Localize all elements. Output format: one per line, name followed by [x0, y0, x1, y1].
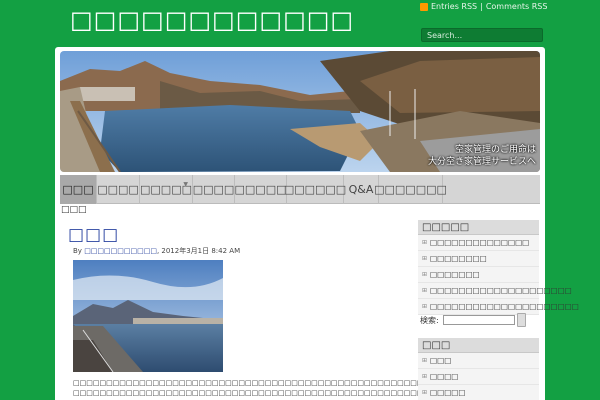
post-photo [73, 260, 223, 372]
bullet-icon: ⊞ [422, 271, 428, 278]
post-date: , 2012年3月1日 8:42 AM [156, 247, 241, 255]
nav-item-6[interactable]: □□□□□□ [284, 175, 346, 204]
rss-icon [420, 2, 428, 11]
bullet-icon: ⊞ [422, 303, 428, 310]
bullet-icon: ⊞ [422, 357, 428, 364]
list-item-label: □□□□□ [430, 388, 466, 397]
widget-1-list: ⊞ □□□□□□□□□□□□□□ ⊞ □□□□□□□□ ⊞ □□□□□□□ ⊞ □□□□… [418, 235, 579, 315]
bullet-icon: ⊞ [422, 389, 428, 396]
post-text-line1: □□□□□□□□□□□□□□□□□□□□□□□□□□□□□□□□□□□□□□□□… [73, 379, 450, 387]
list-item[interactable]: ⊞ □□□□□□□ [418, 267, 539, 283]
banner-caption-line1: 空家管理のご用命は [454, 145, 536, 155]
post-title[interactable]: □□□ [68, 225, 119, 245]
widget-1-title: □□□□□ [418, 220, 539, 235]
main-navigation: □□□ □□□□ □□□□□ ▼ □□□□ □□□□□ □□□□□□ Q&A □… [60, 175, 540, 204]
list-item-label: □□□□□□□ [430, 270, 480, 279]
rss-separator: | [480, 2, 483, 11]
sidebar-widget-2: □□□ ⊞□□□ ⊞□□□□ ⊞□□□□□ ⊞□□□□□□ [418, 338, 539, 400]
sidebar-search-label: 検索: [420, 315, 439, 325]
nav-item-8[interactable]: □□□□□□□ [374, 175, 447, 204]
list-item-label: □□□□□□□□□□□□□□□□□□□□□ [430, 302, 579, 311]
search-input[interactable]: Search... [421, 28, 543, 42]
lake-photo-image [73, 260, 223, 372]
list-item[interactable]: ⊞ □□□□□□□□ [418, 251, 539, 267]
bullet-icon: ⊞ [422, 255, 428, 262]
comments-rss-link[interactable]: Comments RSS [486, 2, 548, 11]
widget-2-title: □□□ [418, 338, 539, 353]
list-item-label: □□□ [430, 356, 452, 365]
nav-item-2[interactable]: □□□□ [97, 175, 140, 204]
banner-caption: 空家管理のご用命は 大分空き家管理サービスへ [428, 144, 536, 168]
list-item-label: □□□□□□□□□□□□□□□□□□□□ [430, 286, 572, 295]
widget-2-list: ⊞□□□ ⊞□□□□ ⊞□□□□□ ⊞□□□□□□ [418, 353, 539, 400]
nav-item-5[interactable]: □□□□□ [235, 175, 287, 204]
list-item[interactable]: ⊞ □□□□ [418, 369, 539, 385]
sidebar-search-input[interactable] [442, 315, 515, 325]
sidebar-search-button[interactable] [516, 313, 526, 327]
rss-links: Entries RSS | Comments RSS [420, 2, 547, 11]
list-item[interactable]: ⊞ □□□□□□□□□□□□□□ [418, 235, 539, 251]
header-banner: 空家管理のご用命は 大分空き家管理サービスへ [60, 51, 540, 172]
nav-item-home[interactable]: □□□ [60, 175, 97, 204]
post-content: □□□□□□□□□□□□□□□□□□□□□□□□□□□□□□□□□□□□□□□□… [73, 378, 477, 398]
sidebar-search: 検索: [420, 313, 526, 327]
list-item-label: □□□□□□□□ [430, 254, 487, 263]
bullet-icon: ⊞ [422, 239, 428, 246]
list-item-label: □□□□ [430, 372, 459, 381]
bullet-icon: ⊞ [422, 287, 428, 294]
breadcrumb: □□□ [61, 205, 87, 215]
author-link[interactable]: □□□□□□□□□□□ [84, 247, 157, 255]
byline-by: By [73, 247, 82, 255]
post-text-line2: □□□□□□□□□□□□□□□□□□□□□□□□□□□□□□□□□□□□□□□□… [73, 389, 477, 397]
list-item[interactable]: ⊞ □□□ [418, 353, 539, 369]
banner-caption-line2: 大分空き家管理サービスへ [427, 157, 536, 167]
list-item-label: □□□□□□□□□□□□□□ [430, 238, 530, 247]
post-byline: By □□□□□□□□□□□, 2012年3月1日 8:42 AM [73, 246, 240, 256]
nav-item-3[interactable]: □□□□□ ▼ [140, 175, 193, 204]
sidebar-widget-1: □□□□□ ⊞ □□□□□□□□□□□□□□ ⊞ □□□□□□□□ ⊞ □□□□□□□… [418, 220, 579, 315]
dropdown-arrow-icon: ▼ [183, 181, 188, 188]
nav-item-4[interactable]: □□□□ [193, 175, 235, 204]
list-item[interactable]: ⊞ □□□□□ [418, 385, 539, 400]
list-item[interactable]: ⊞ □□□□□□□□□□□□□□□□□□□□ [418, 283, 572, 299]
site-title[interactable]: □□□□□□□□□□□□ [70, 6, 354, 34]
entries-rss-link[interactable]: Entries RSS [431, 2, 477, 11]
bullet-icon: ⊞ [422, 373, 428, 380]
